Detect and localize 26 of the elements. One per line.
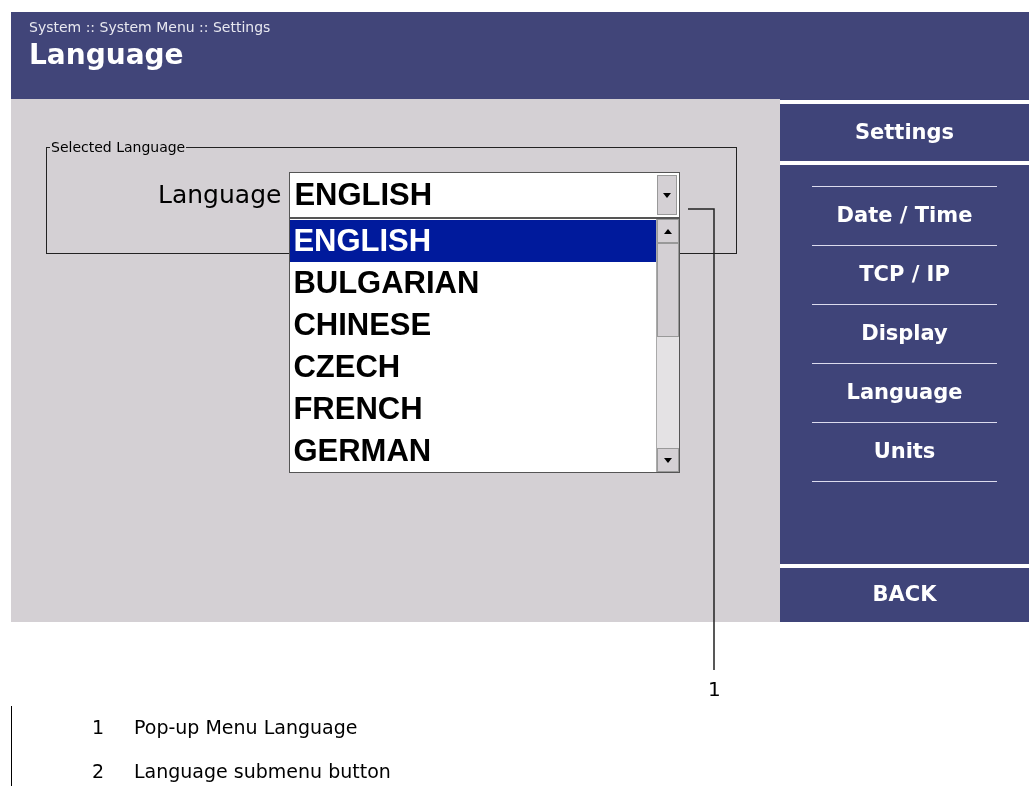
callout-number: 1 xyxy=(708,677,721,701)
key-number: 2 xyxy=(92,759,106,784)
caret-down-icon xyxy=(663,192,672,198)
submenu-button[interactable]: Display xyxy=(861,318,948,350)
key-number: 1 xyxy=(92,715,106,740)
sidebar-title: Settings xyxy=(853,118,956,146)
dropdown-option[interactable]: ENGLISH xyxy=(290,220,657,262)
submenu-button[interactable]: Date / Time xyxy=(836,200,973,232)
submenu-button[interactable]: Language xyxy=(846,377,963,409)
page-title: Language xyxy=(29,37,184,73)
key-text: Language submenu button xyxy=(134,759,391,784)
caret-down-icon xyxy=(664,457,673,463)
language-dropdown[interactable]: ENGLISH xyxy=(289,172,681,218)
back-button[interactable]: BACK xyxy=(872,579,937,611)
submenu-button[interactable]: TCP / IP xyxy=(859,259,950,291)
caret-up-icon xyxy=(664,228,673,234)
breadcrumb: System :: System Menu :: Settings xyxy=(29,18,271,37)
scroll-thumb[interactable] xyxy=(657,243,680,337)
dropdown-button[interactable] xyxy=(657,175,678,215)
field-label: Language xyxy=(158,179,282,212)
scroll-down-button[interactable] xyxy=(657,448,680,472)
key-text: Pop-up Menu Language xyxy=(134,715,358,740)
scrollbar[interactable] xyxy=(656,219,680,472)
group-legend: Selected Language xyxy=(50,138,187,156)
scroll-up-button[interactable] xyxy=(657,219,680,243)
submenu-button[interactable]: Units xyxy=(873,436,936,468)
